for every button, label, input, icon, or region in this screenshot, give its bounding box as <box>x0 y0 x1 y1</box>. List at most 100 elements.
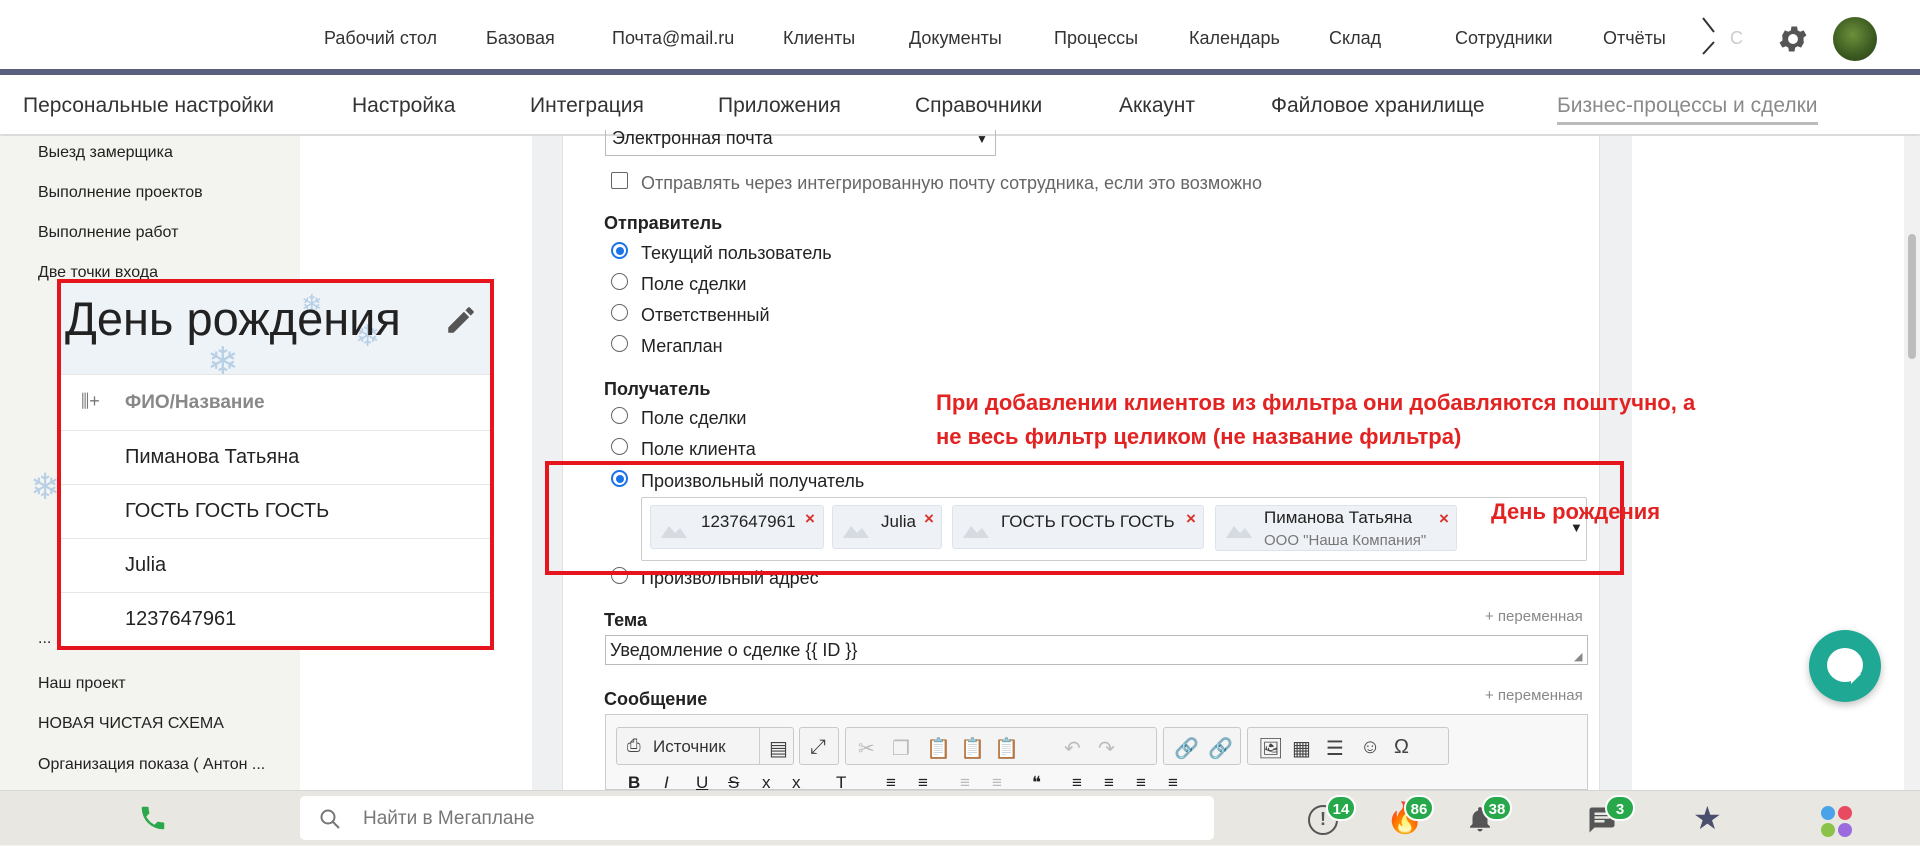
maximize-icon[interactable]: ⤢ <box>810 736 826 759</box>
nav-scroll-right-icon[interactable] <box>1700 14 1718 58</box>
blockquote-icon[interactable]: ❝ <box>1032 773 1041 791</box>
redo-icon[interactable]: ↷ <box>1098 736 1115 761</box>
underline-icon[interactable]: U <box>696 773 708 791</box>
unlink-icon[interactable]: 🔗 <box>1208 736 1233 761</box>
nav-basic[interactable]: Базовая <box>486 28 555 49</box>
nav-desktop[interactable]: Рабочий стол <box>324 28 437 49</box>
nav-reports[interactable]: Отчёты <box>1603 28 1666 49</box>
toolbar-group-maximize: ⤢ <box>799 727 839 765</box>
recipient-label: Получатель <box>604 379 711 399</box>
nav-mail[interactable]: Почта@mail.ru <box>612 28 734 49</box>
copy-icon[interactable]: ❐ <box>892 736 910 761</box>
toolbar-group-links: 🔗 🔗 <box>1163 727 1241 765</box>
gear-icon[interactable] <box>1776 22 1810 56</box>
sender-deal-field-radio[interactable] <box>611 273 628 290</box>
outdent-icon[interactable]: ≡ <box>960 773 970 791</box>
cut-icon[interactable]: ✂ <box>858 736 875 761</box>
send-via-employee-mail-checkbox[interactable] <box>611 172 628 189</box>
tab-business-processes[interactable]: Бизнес-процессы и сделки <box>1557 94 1818 125</box>
paste-text-icon[interactable]: 📋 <box>960 736 985 761</box>
subscript-icon[interactable]: x <box>762 773 771 791</box>
image-icon[interactable]: 🖼 <box>1258 736 1283 761</box>
tab-integration[interactable]: Интеграция <box>530 94 644 118</box>
search-icon <box>318 807 342 831</box>
subject-input[interactable]: Уведомление о сделке {{ ID }} ◢ <box>605 635 1588 665</box>
recipient-option-label: Поле сделки <box>641 408 747 428</box>
align-center-icon[interactable]: ≡ <box>1104 773 1114 791</box>
special-char-icon[interactable]: Ω <box>1394 736 1409 759</box>
table-icon[interactable]: ▦ <box>1292 736 1311 761</box>
send-via-employee-mail-label: Отправлять через интегрированную почту с… <box>641 173 1263 193</box>
list-item[interactable]: Выполнение проектов <box>38 184 203 202</box>
paste-icon[interactable]: 📋 <box>926 736 951 761</box>
nav-calendar[interactable]: Календарь <box>1189 28 1280 49</box>
nav-processes[interactable]: Процессы <box>1054 28 1138 49</box>
toolbar-group-insert: 🖼 ▦ ☰ ☺ Ω <box>1247 727 1449 765</box>
sender-option-label: Мегаплан <box>641 336 723 356</box>
list-item[interactable]: Организация показа ( Антон ... <box>38 756 265 774</box>
resize-handle-icon[interactable]: ◢ <box>1574 650 1582 663</box>
phone-icon[interactable] <box>138 803 168 833</box>
align-right-icon[interactable]: ≡ <box>1136 773 1146 791</box>
tab-account[interactable]: Аккаунт <box>1119 94 1195 118</box>
document-icon[interactable]: ▤ <box>769 736 788 761</box>
nav-documents[interactable]: Документы <box>909 28 1002 49</box>
message-add-variable-link[interactable]: + переменная <box>1485 687 1583 704</box>
bold-icon[interactable]: B <box>628 773 640 791</box>
nav-overflow-hint: С <box>1730 28 1743 48</box>
sender-responsible-radio[interactable] <box>611 304 628 321</box>
paste-word-icon[interactable]: 📋 <box>994 736 1019 761</box>
recipient-deal-field-radio[interactable] <box>611 407 628 424</box>
subject-add-variable-link[interactable]: + переменная <box>1485 608 1583 625</box>
sender-option-label: Поле сделки <box>641 274 747 294</box>
list-item[interactable]: Выполнение работ <box>38 224 178 242</box>
annotation-highlight-recipients <box>545 461 1624 575</box>
channel-select[interactable]: Электронная почта ▼ <box>605 130 996 156</box>
sender-label: Отправитель <box>604 213 723 233</box>
list-item[interactable]: Выезд замерщика <box>38 144 173 162</box>
nav-warehouse[interactable]: Склад <box>1329 28 1381 49</box>
settings-navigation: Персональные настройки Настройка Интегра… <box>0 75 1920 135</box>
apps-icon[interactable] <box>1818 803 1856 841</box>
link-icon[interactable]: 🔗 <box>1174 736 1199 761</box>
list-item[interactable]: Наш проект <box>38 675 126 693</box>
global-search[interactable]: Найти в Мегаплане <box>300 796 1214 840</box>
list-item[interactable]: НОВАЯ ЧИСТАЯ СХЕМА <box>38 715 224 733</box>
align-justify-icon[interactable]: ≡ <box>1168 773 1178 791</box>
undo-icon[interactable]: ↶ <box>1064 736 1081 761</box>
tab-settings[interactable]: Настройка <box>352 94 455 118</box>
annotation-highlight-filter <box>57 279 494 650</box>
list-item[interactable]: ... <box>38 630 51 648</box>
strike-icon[interactable]: S <box>728 773 739 791</box>
sender-megaplan-radio[interactable] <box>611 335 628 352</box>
sender-current-user-radio[interactable] <box>611 242 628 259</box>
recipient-client-field-radio[interactable] <box>611 438 628 455</box>
align-left-icon[interactable]: ≡ <box>1072 773 1082 791</box>
tasks-count-badge: 14 <box>1326 795 1356 821</box>
scrollbar-thumb[interactable] <box>1908 234 1916 359</box>
indent-icon[interactable]: ≡ <box>992 773 1002 791</box>
message-editor-toolbar: ⎙ Источник ▤ ⤢ ✂ ❐ 📋 📋 📋 ↶ ↷ 🔗 🔗 🖼 ▦ ☰ ☺… <box>605 714 1588 791</box>
top-navigation: Рабочий стол Базовая Почта@mail.ru Клиен… <box>0 0 1920 75</box>
tab-directories[interactable]: Справочники <box>915 94 1042 118</box>
nav-clients[interactable]: Клиенты <box>783 28 855 49</box>
italic-icon[interactable]: I <box>664 773 669 791</box>
bulleted-list-icon[interactable]: ≡ <box>918 773 928 791</box>
toolbar-group-source: ⎙ Источник ▤ <box>616 727 794 765</box>
star-icon[interactable]: ★ <box>1693 799 1722 837</box>
source-icon[interactable]: ⎙ <box>627 736 641 756</box>
tab-file-storage[interactable]: Файловое хранилище <box>1271 94 1485 118</box>
tab-applications[interactable]: Приложения <box>718 94 841 118</box>
superscript-icon[interactable]: x <box>792 773 801 791</box>
tab-personal-settings[interactable]: Персональные настройки <box>23 94 274 118</box>
horizontal-line-icon[interactable]: ☰ <box>1326 736 1344 761</box>
numbered-list-icon[interactable]: ≡ <box>886 773 896 791</box>
remove-format-icon[interactable]: T <box>836 773 846 791</box>
avatar[interactable] <box>1833 17 1877 61</box>
snowflake-icon: ❄ <box>30 466 61 507</box>
smiley-icon[interactable]: ☺ <box>1360 736 1380 759</box>
nav-employees[interactable]: Сотрудники <box>1455 28 1553 49</box>
chat-button[interactable] <box>1809 630 1881 702</box>
page-scrollbar[interactable] <box>1904 136 1920 790</box>
source-button[interactable]: Источник <box>653 737 726 757</box>
